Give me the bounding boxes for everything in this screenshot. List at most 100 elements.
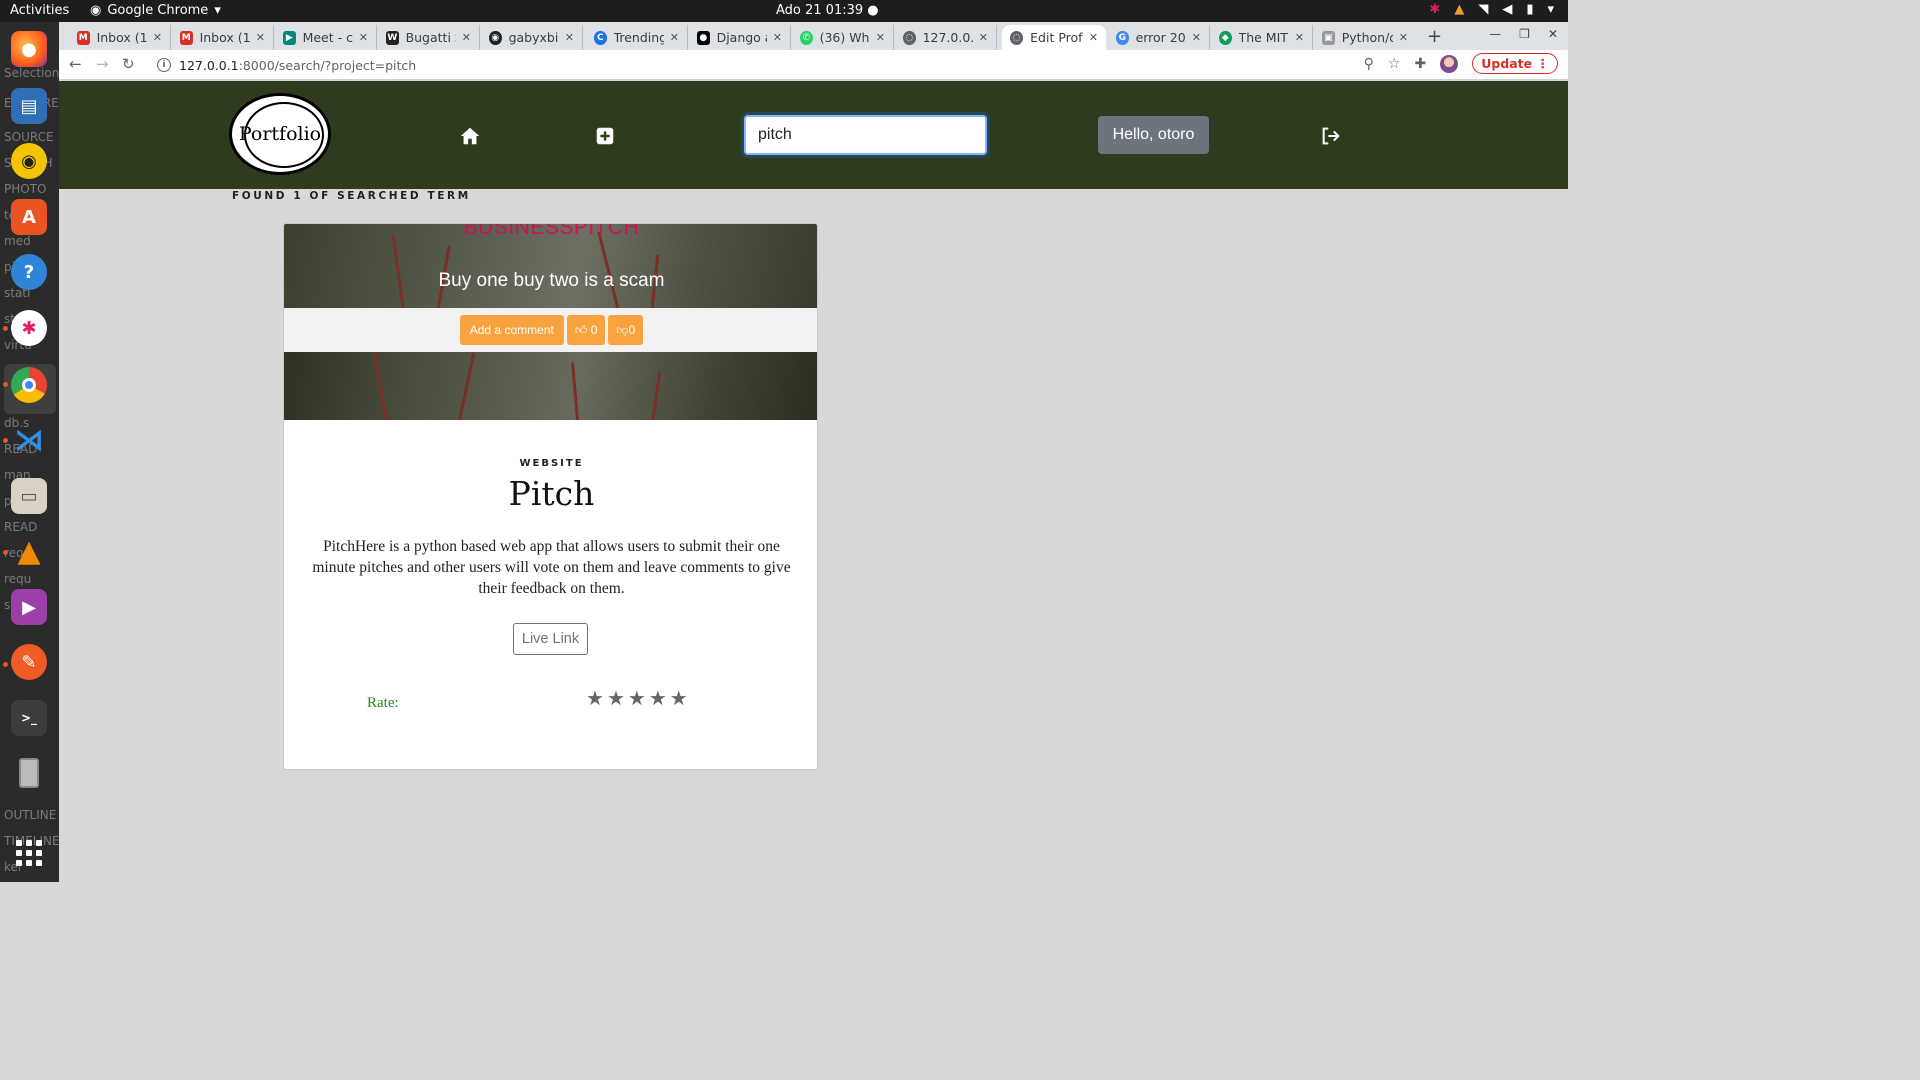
close-tab-icon[interactable]: ✕ <box>773 31 782 44</box>
pypi-icon: ▣ <box>1322 30 1335 45</box>
close-window-icon[interactable]: ✕ <box>1548 27 1558 41</box>
bookmark-star-icon[interactable]: ☆ <box>1388 56 1401 72</box>
add-comment-button[interactable]: Add a comment <box>459 315 564 345</box>
close-tab-icon[interactable]: ✕ <box>359 31 368 44</box>
rhythmbox-icon[interactable]: ◉ <box>11 143 47 179</box>
help-icon[interactable]: ? <box>11 254 47 290</box>
slack-icon[interactable]: ✱ <box>11 310 47 346</box>
minimize-icon[interactable]: — <box>1489 27 1501 41</box>
url-path: :8000/search/?project=pitch <box>238 57 417 73</box>
downvote-button[interactable]: 👎︎ 0 <box>608 315 644 345</box>
zoom-icon[interactable]: ⚲ <box>1364 56 1374 72</box>
ghost-text: requ <box>4 572 32 586</box>
activities-button[interactable]: Activities <box>10 3 69 18</box>
slack-tray-icon[interactable]: ✱ <box>1429 2 1440 17</box>
search-input[interactable]: pitch <box>744 115 987 155</box>
address-bar-url: 127.0.0.1:8000/search/?project=pitch <box>179 58 416 73</box>
terminal-icon[interactable]: >_ <box>11 700 47 736</box>
globe-icon: ◌ <box>903 30 916 45</box>
ghost-text: READ <box>4 520 38 534</box>
chrome-icon[interactable] <box>11 367 47 403</box>
browser-tab[interactable]: M Inbox (16 ✕ <box>69 25 171 50</box>
app-menu[interactable]: ◉ Google Chrome ▾ <box>90 3 221 18</box>
portfolio-logo[interactable]: Portfolio <box>229 93 331 175</box>
profile-avatar[interactable] <box>1440 54 1459 73</box>
close-tab-icon[interactable]: ✕ <box>1192 31 1201 44</box>
media-player-icon[interactable]: ▶ <box>11 589 47 625</box>
star-icon[interactable]: ★ <box>649 686 667 710</box>
wifi-icon[interactable]: ◥ <box>1478 2 1488 17</box>
close-tab-icon[interactable]: ✕ <box>1295 31 1304 44</box>
browser-tab-active[interactable]: ◌ Edit Prof ✕ <box>1002 25 1106 50</box>
thumbs-down-icon: 👎︎ <box>616 322 629 337</box>
close-tab-icon[interactable]: ✕ <box>670 31 679 44</box>
running-indicator-icon <box>3 438 8 443</box>
vlc-icon[interactable]: ▲ <box>11 533 47 569</box>
logout-icon[interactable] <box>1320 125 1342 147</box>
pitch-category: BUSINESSPITCH <box>463 224 640 239</box>
browser-tab[interactable]: ✆ (36) Wha ✕ <box>792 25 894 50</box>
browser-tab[interactable]: ▣ Python/d ✕ <box>1314 25 1416 50</box>
gmail-icon: M <box>180 30 193 45</box>
star-icon[interactable]: ★ <box>628 686 646 710</box>
removable-drive-icon[interactable] <box>11 755 47 791</box>
system-tray[interactable]: ✱ ▲ ◥ ◀ ▮ ▾ <box>1429 2 1554 17</box>
upvote-button[interactable]: 👍︎ 0 <box>566 315 606 345</box>
close-tab-icon[interactable]: ✕ <box>979 31 988 44</box>
home-icon[interactable] <box>459 125 481 147</box>
browser-tab[interactable]: ● Django a ✕ <box>689 25 791 50</box>
update-button[interactable]: Update ⋮ <box>1472 53 1558 74</box>
show-applications-icon[interactable] <box>16 840 42 866</box>
tab-title: Trending <box>613 30 664 45</box>
power-menu-icon[interactable]: ▾ <box>1547 2 1554 17</box>
browser-tab[interactable]: ▶ Meet - cw ✕ <box>275 25 377 50</box>
update-warning-icon[interactable]: ▲ <box>1454 2 1464 17</box>
close-tab-icon[interactable]: ✕ <box>256 31 265 44</box>
plant-stem <box>570 362 581 420</box>
star-icon[interactable]: ★ <box>607 686 625 710</box>
close-tab-icon[interactable]: ✕ <box>153 31 162 44</box>
browser-tab[interactable]: ◉ gabyxbin ✕ <box>481 25 583 50</box>
ghost-text: Selection <box>4 66 59 80</box>
extensions-puzzle-icon[interactable]: ✚ <box>1414 56 1426 72</box>
star-icon[interactable]: ★ <box>670 686 688 710</box>
close-tab-icon[interactable]: ✕ <box>565 31 574 44</box>
browser-tab[interactable]: G error 200 ✕ <box>1108 25 1210 50</box>
user-greeting-button[interactable]: Hello, otoro <box>1098 116 1209 154</box>
battery-icon[interactable]: ▮ <box>1526 2 1533 17</box>
star-rating[interactable]: ★ ★ ★ ★ ★ <box>586 686 688 710</box>
live-link-button[interactable]: Live Link <box>513 623 588 655</box>
close-tab-icon[interactable]: ✕ <box>462 31 471 44</box>
address-bar[interactable]: i 127.0.0.1:8000/search/?project=pitch <box>147 52 1405 78</box>
maximize-icon[interactable]: ❐ <box>1519 27 1530 41</box>
ubuntu-software-icon[interactable]: A <box>11 199 47 235</box>
globe-icon: ◌ <box>1010 30 1024 45</box>
vscode-icon[interactable]: ⋊ <box>11 422 47 458</box>
close-tab-icon[interactable]: ✕ <box>1399 31 1408 44</box>
tab-title: The MIT L <box>1238 30 1289 45</box>
back-arrow-icon[interactable]: ← <box>69 55 82 73</box>
close-tab-icon[interactable]: ✕ <box>1089 31 1098 44</box>
browser-tab[interactable]: M Inbox (19 ✕ <box>172 25 274 50</box>
clock[interactable]: Ado 21 01:39 ● <box>776 3 879 18</box>
site-info-icon[interactable]: i <box>157 58 171 72</box>
star-icon[interactable]: ★ <box>586 686 604 710</box>
browser-tab[interactable]: ◆ The MIT L ✕ <box>1211 25 1313 50</box>
forward-arrow-icon[interactable]: → <box>96 55 109 73</box>
firefox-icon[interactable]: ● <box>11 31 47 67</box>
browser-tab[interactable]: W Bugatti S ✕ <box>378 25 480 50</box>
close-tab-icon[interactable]: ✕ <box>876 31 885 44</box>
search-result-count: FOUND 1 OF SEARCHED TERM <box>232 190 471 202</box>
browser-tab[interactable]: C Trending ✕ <box>586 25 688 50</box>
project-card: BUSINESSPITCH Buy one buy two is a scam … <box>283 223 818 770</box>
browser-tab[interactable]: ◌ 127.0.0.1 ✕ <box>895 25 997 50</box>
new-tab-button[interactable]: + <box>1427 26 1442 47</box>
upvote-count: 0 <box>590 323 598 337</box>
reload-icon[interactable]: ↻ <box>122 55 135 73</box>
postman-icon[interactable]: ✎ <box>11 644 47 680</box>
add-project-icon[interactable] <box>594 125 616 147</box>
libreoffice-writer-icon[interactable]: ▤ <box>11 88 47 124</box>
files-icon[interactable]: ▭ <box>11 478 47 514</box>
volume-icon[interactable]: ◀ <box>1502 2 1512 17</box>
tab-title: Edit Prof <box>1030 30 1083 45</box>
